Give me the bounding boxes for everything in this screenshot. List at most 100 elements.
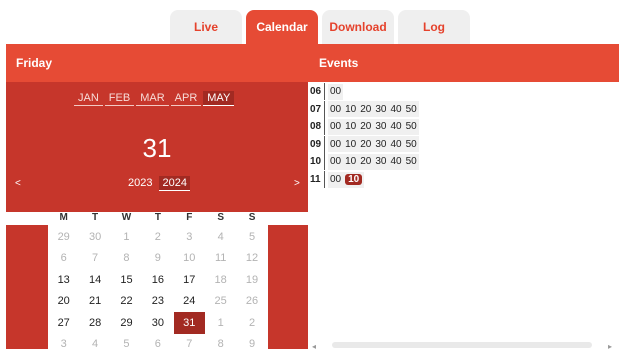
event-minute[interactable]: 10 <box>345 121 356 132</box>
month-feb[interactable]: FEB <box>104 91 135 106</box>
calendar-day[interactable]: 9 <box>236 334 267 349</box>
event-minute[interactable]: 50 <box>406 121 417 132</box>
event-minutes: 00 10 20 30 40 50 <box>328 118 419 135</box>
event-minute[interactable]: 30 <box>375 156 386 167</box>
event-minute[interactable]: 10 <box>345 156 356 167</box>
event-minute[interactable]: 20 <box>360 156 371 167</box>
calendar-day[interactable]: 22 <box>111 291 142 313</box>
calendar-day[interactable]: 25 <box>205 291 236 313</box>
event-minute[interactable]: 10 <box>345 104 356 115</box>
calendar-day[interactable]: 19 <box>236 269 267 291</box>
weekday-label: S <box>248 212 256 223</box>
event-minute[interactable]: 50 <box>406 156 417 167</box>
calendar-day[interactable]: 30 <box>142 312 173 334</box>
event-minute[interactable]: 00 <box>330 156 341 167</box>
prev-year-button[interactable]: < <box>15 178 21 189</box>
calendar-day[interactable]: 15 <box>111 269 142 291</box>
event-minute[interactable]: 20 <box>360 104 371 115</box>
calendar-day[interactable]: 26 <box>236 291 267 313</box>
event-minutes: 00 10 20 30 40 50 <box>328 153 419 170</box>
calendar-day[interactable]: 7 <box>79 248 110 270</box>
calendar-day[interactable]: 8 <box>205 334 236 349</box>
tab-download[interactable]: Download <box>322 10 394 44</box>
calendar-day[interactable]: 23 <box>142 291 173 313</box>
calendar-day[interactable]: 29 <box>48 226 79 248</box>
calendar-day[interactable]: 14 <box>79 269 110 291</box>
event-minute[interactable]: 40 <box>391 104 402 115</box>
event-minute[interactable]: 50 <box>406 139 417 150</box>
events-panel: ◂ ▸ 06 00 07 00 10 20 30 40 50 08 00 10 20 30 40 50 09 00… <box>308 82 619 349</box>
calendar-day[interactable]: 6 <box>48 248 79 270</box>
calendar-day[interactable]: 1 <box>205 312 236 334</box>
event-minute[interactable]: 50 <box>406 104 417 115</box>
next-year-button[interactable]: > <box>294 178 300 189</box>
calendar-day[interactable]: 4 <box>205 226 236 248</box>
year-2023[interactable]: 2023 <box>125 176 155 191</box>
year-selector: 2023 2024 <box>125 176 190 191</box>
weekday-label: S <box>217 212 224 223</box>
event-minute[interactable]: 00 <box>330 121 341 132</box>
event-minute[interactable]: 40 <box>391 121 402 132</box>
calendar-day[interactable]: 2 <box>236 312 267 334</box>
calendar-day[interactable]: 12 <box>236 248 267 270</box>
calendar-day[interactable]: 28 <box>79 312 110 334</box>
event-minute[interactable]: 00 <box>330 174 341 185</box>
tab-log[interactable]: Log <box>398 10 470 44</box>
calendar-day[interactable]: 18 <box>205 269 236 291</box>
calendar-day[interactable]: 9 <box>142 248 173 270</box>
calendar-day[interactable]: 30 <box>79 226 110 248</box>
calendar-day[interactable]: 20 <box>48 291 79 313</box>
event-minutes: 00 10 20 30 40 50 <box>328 101 419 118</box>
calendar-day[interactable]: 29 <box>111 312 142 334</box>
month-apr[interactable]: APR <box>170 91 202 106</box>
calendar-day[interactable]: 5 <box>111 334 142 349</box>
selected-day: 31 <box>142 133 172 163</box>
scroll-right-icon[interactable]: ▸ <box>608 342 612 349</box>
year-2024[interactable]: 2024 <box>159 176 190 191</box>
hour-divider <box>324 171 325 188</box>
calendar-header: JAN FEB MAR APR MAY 31 < 2023 2024 > <box>6 82 308 212</box>
calendar-day[interactable]: 4 <box>79 334 110 349</box>
event-minute[interactable]: 20 <box>360 121 371 132</box>
calendar-day[interactable]: 1 <box>111 226 142 248</box>
calendar-day[interactable]: 21 <box>79 291 110 313</box>
calendar-day[interactable]: 13 <box>48 269 79 291</box>
event-minute[interactable]: 40 <box>391 156 402 167</box>
month-selector: JAN FEB MAR APR MAY <box>74 91 235 106</box>
calendar-day[interactable]: 7 <box>174 334 205 349</box>
month-may[interactable]: MAY <box>203 91 235 106</box>
event-minute[interactable]: 20 <box>360 139 371 150</box>
calendar-day[interactable]: 3 <box>174 226 205 248</box>
month-mar[interactable]: MAR <box>136 91 169 106</box>
event-minute[interactable]: 30 <box>375 139 386 150</box>
event-minute[interactable]: 30 <box>375 121 386 132</box>
calendar-day[interactable]: 6 <box>142 334 173 349</box>
calendar-day[interactable]: 11 <box>205 248 236 270</box>
calendar-day[interactable]: 3 <box>48 334 79 349</box>
tab-live[interactable]: Live <box>170 10 242 44</box>
event-minute[interactable]: 40 <box>391 139 402 150</box>
month-jan[interactable]: JAN <box>74 91 103 106</box>
event-minute[interactable]: 10 <box>345 139 356 150</box>
calendar-day[interactable]: 8 <box>111 248 142 270</box>
tab-calendar[interactable]: Calendar <box>246 10 318 44</box>
calendar-day[interactable]: 5 <box>236 226 267 248</box>
event-minute[interactable]: 00 <box>330 104 341 115</box>
scroll-left-icon[interactable]: ◂ <box>312 342 316 349</box>
event-hour-row: 09 00 10 20 30 40 50 <box>310 135 419 153</box>
calendar-day[interactable]: 16 <box>142 269 173 291</box>
calendar-day[interactable]: 27 <box>48 312 79 334</box>
scroll-track[interactable] <box>332 342 592 348</box>
horizontal-scrollbar[interactable]: ◂ ▸ <box>312 342 612 349</box>
calendar-day[interactable]: 17 <box>174 269 205 291</box>
event-minute[interactable]: 00 <box>330 139 341 150</box>
calendar-day[interactable]: 10 <box>174 248 205 270</box>
event-minute[interactable]: 10 <box>345 174 363 185</box>
event-minute[interactable]: 30 <box>375 104 386 115</box>
hour-divider <box>324 118 325 136</box>
weekday-label: W <box>121 212 132 223</box>
calendar-day[interactable]: 24 <box>174 291 205 313</box>
calendar-day[interactable]: 31 <box>173 312 205 334</box>
calendar-day[interactable]: 2 <box>142 226 173 248</box>
event-minute[interactable]: 00 <box>330 86 341 97</box>
